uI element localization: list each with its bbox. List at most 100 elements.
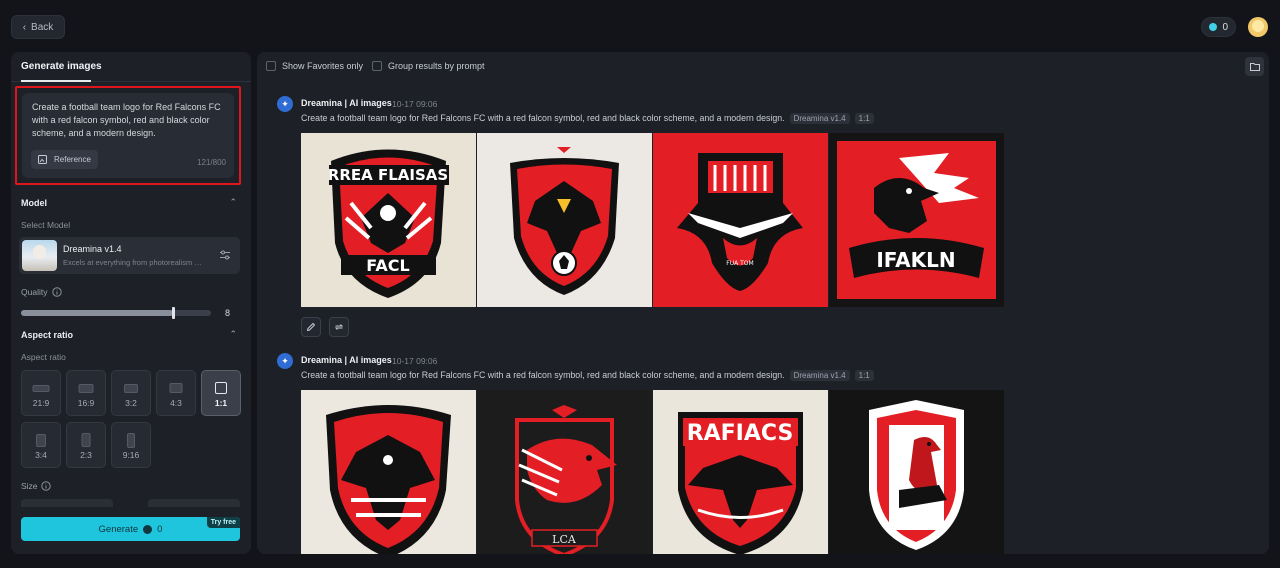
credit-icon — [143, 524, 153, 534]
generated-image[interactable] — [477, 133, 652, 307]
aspect-ratio-option[interactable]: 2:3 — [66, 422, 106, 468]
refresh-icon — [334, 324, 344, 330]
aspect-ratio-shape-icon — [127, 432, 135, 448]
info-icon[interactable] — [52, 287, 62, 297]
aspect-ratio-option[interactable]: 9:16 — [111, 422, 151, 468]
dreamina-icon: ✦ — [277, 96, 293, 112]
folder-icon — [1249, 63, 1260, 71]
back-label: Back — [31, 21, 54, 33]
quality-slider[interactable] — [21, 307, 211, 319]
aspect-ratio-shape-icon — [81, 433, 91, 447]
aspect-ratio-option[interactable]: 4:3 — [156, 370, 196, 416]
generate-button[interactable]: Generate 0 Try free — [21, 517, 240, 541]
logo-text: LCA — [552, 533, 577, 546]
aspect-ratio-label: 3:2 — [125, 398, 137, 408]
reference-button[interactable]: Reference — [31, 150, 98, 169]
settings-sliders-icon[interactable] — [219, 249, 231, 261]
group-prompt-text: Create a football team logo for Red Falc… — [301, 113, 785, 123]
avatar[interactable] — [1248, 17, 1268, 37]
info-icon[interactable] — [41, 481, 51, 491]
try-free-badge: Try free — [206, 517, 240, 528]
aspect-ratio-label: 9:16 — [122, 450, 140, 460]
reference-label: Reference — [54, 155, 91, 164]
back-button[interactable]: ‹ Back — [11, 15, 65, 39]
aspect-ratio-shape-icon — [78, 383, 94, 393]
ratio-tag: 1:1 — [854, 113, 874, 124]
aspect-ratio-option[interactable]: 3:4 — [21, 422, 61, 468]
logo-text: FUA TOM — [726, 260, 753, 267]
size-width-input[interactable] — [21, 499, 113, 507]
size-label: Size — [21, 481, 38, 491]
aspect-ratio-option[interactable]: 16:9 — [66, 370, 106, 416]
result-group: ✦ Dreamina | AI images 10-17 09:06 Creat… — [277, 353, 1257, 554]
generated-image[interactable]: RAFIACS — [653, 390, 828, 554]
tab-underline — [21, 80, 91, 82]
quality-slider-handle[interactable] — [172, 307, 175, 319]
result-group: ✦ Dreamina | AI images 10-17 09:06 Creat… — [277, 96, 1257, 346]
image-row: RREA FLAISAS FACL FUA TOM IFAKLN — [301, 133, 1004, 307]
prompt-text[interactable]: Create a football team logo for Red Falc… — [32, 101, 224, 140]
select-model-label: Select Model — [21, 220, 71, 230]
aspect-ratio-shape-icon — [215, 382, 227, 394]
falcon-logo-illustration — [326, 405, 451, 554]
aspect-ratio-label: 1:1 — [214, 398, 228, 408]
model-section-title: Model — [21, 198, 47, 208]
aspect-ratio-label: 21:9 — [32, 398, 50, 408]
ratio-tag: 1:1 — [854, 370, 874, 381]
show-favorites-label: Show Favorites only — [282, 61, 364, 71]
folder-button[interactable] — [1245, 57, 1264, 76]
generated-image[interactable]: LCA — [477, 390, 652, 554]
generate-label: Generate — [98, 523, 139, 535]
edit-button[interactable] — [301, 317, 321, 337]
aspect-ratio-option[interactable]: 3:2 — [111, 370, 151, 416]
panel-tabs: Generate images — [11, 52, 251, 82]
group-by-prompt-checkbox[interactable]: Group results by prompt — [372, 61, 485, 71]
quality-value: 8 — [225, 308, 231, 318]
generated-image[interactable]: IFAKLN — [829, 133, 1004, 307]
chevron-up-icon[interactable]: ⌃ — [229, 329, 237, 340]
generate-panel: Generate images Create a football team l… — [11, 52, 251, 554]
model-name: Dreamina v1.4 — [63, 244, 122, 254]
group-by-prompt-label: Group results by prompt — [388, 61, 485, 71]
checkbox-box[interactable] — [372, 61, 382, 71]
aspect-ratio-option[interactable]: 21:9 — [21, 370, 61, 416]
quality-label: Quality — [21, 287, 48, 297]
aspect-ratio-shape-icon — [32, 384, 50, 392]
falcon-logo-illustration: FUA TOM — [677, 153, 803, 291]
show-favorites-checkbox[interactable]: Show Favorites only — [266, 61, 363, 71]
generated-image[interactable]: RREA FLAISAS FACL — [301, 133, 476, 307]
aspect-ratio-label: 2:3 — [80, 450, 92, 460]
group-title: Dreamina | AI images — [301, 355, 392, 365]
logo-text: RREA FLAISAS — [328, 166, 448, 184]
aspect-ratio-option[interactable]: 1:1 — [201, 370, 241, 416]
falcon-logo-illustration: RREA FLAISAS FACL — [328, 149, 449, 298]
generate-cost: 0 — [157, 523, 163, 535]
image-row: LCA RAFIACS — [301, 390, 1004, 554]
generated-image[interactable] — [301, 390, 476, 554]
logo-text: FACL — [366, 256, 409, 275]
falcon-logo-illustration — [869, 400, 964, 550]
aspect-ratio-label: 16:9 — [77, 398, 95, 408]
quality-slider-fill — [21, 310, 173, 316]
chevron-up-icon[interactable]: ⌃ — [229, 197, 237, 208]
size-height-input[interactable] — [148, 499, 240, 507]
logo-text: RAFIACS — [687, 421, 794, 446]
credit-icon — [1209, 23, 1218, 31]
char-counter: 121/800 — [197, 158, 226, 167]
generated-image[interactable]: FUA TOM — [653, 133, 828, 307]
falcon-logo-illustration: IFAKLN — [837, 141, 996, 299]
prompt-input[interactable]: Create a football team logo for Red Falc… — [22, 93, 234, 178]
model-selector[interactable]: Dreamina v1.4 Excels at everything from … — [19, 237, 240, 274]
credits-badge[interactable]: 0 — [1201, 17, 1236, 37]
checkbox-box[interactable] — [266, 61, 276, 71]
group-prompt: Create a football team logo for Red Falc… — [301, 370, 874, 381]
chevron-left-icon: ‹ — [22, 21, 27, 33]
generated-image[interactable] — [829, 390, 1004, 554]
falcon-logo-illustration — [510, 147, 619, 295]
tab-generate-images[interactable]: Generate images — [21, 61, 102, 72]
image-add-icon — [38, 154, 47, 164]
regenerate-button[interactable] — [329, 317, 349, 337]
aspect-ratio-shape-icon — [169, 383, 183, 393]
group-title: Dreamina | AI images — [301, 98, 392, 108]
model-tag: Dreamina v1.4 — [789, 370, 850, 381]
